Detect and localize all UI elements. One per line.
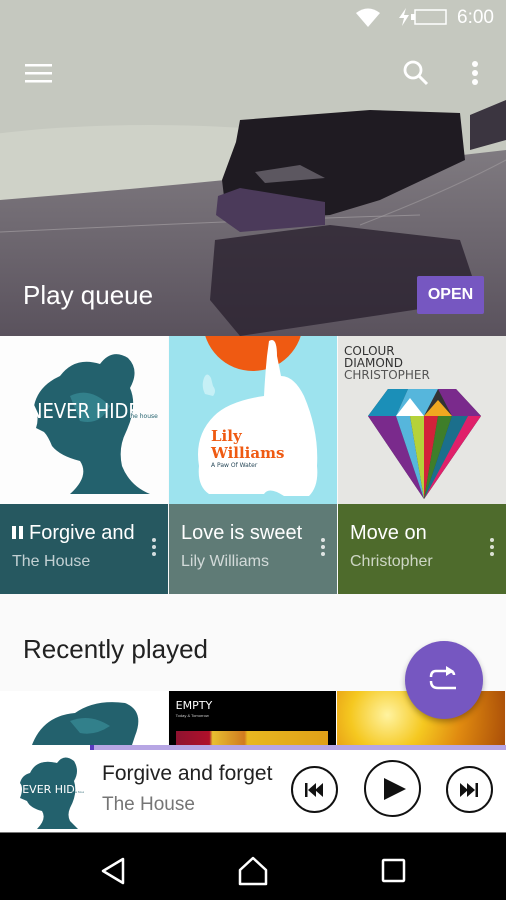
album-art-subtitle: A Paw Of Water [211,462,258,469]
back-button[interactable] [95,853,131,889]
next-button[interactable] [446,766,493,813]
previous-button[interactable] [291,766,338,813]
album-art-never-hide: NEVER HIDE the house [14,757,87,829]
track-title: Forgive and forget [12,522,140,545]
system-nav-bar [0,832,506,900]
track-more-button[interactable] [486,538,498,560]
album-art-title-2: Williams [210,444,284,462]
album-art-subtitle: Today & Tomorrow [175,713,209,718]
album-art-subtitle: the house [72,790,84,794]
track-title-text: Forgive and forget [29,522,140,544]
progress-bar[interactable] [90,745,506,750]
previous-icon [304,782,323,797]
album-art-image: COLOUR DIAMOND CHRISTOPHER [338,336,506,504]
album-art-colour-diamond: COLOUR DIAMOND CHRISTOPHER [338,336,506,504]
track-title: Love is sweet [181,522,303,544]
track-more-button[interactable] [317,538,329,560]
album-art-never-hide: NEVER HIDE the house [0,336,168,504]
play-button[interactable] [364,760,421,817]
album-art-title: NEVER HIDE [29,399,140,423]
queue-card[interactable]: COLOUR DIAMOND CHRISTOPHER Move on Chris… [338,336,506,594]
album-art-image: Lily Williams A Paw Of Water [169,336,337,504]
more-vertical-icon [472,61,478,85]
more-vertical-icon [486,538,498,556]
status-bar: 6:00 [0,0,506,35]
now-playing-artist: The House [102,794,195,815]
play-queue-title: Play queue [23,280,154,310]
track-artist: The House [12,553,91,570]
open-button[interactable]: OPEN [417,276,484,314]
more-vertical-icon [148,538,160,556]
back-icon [101,857,125,885]
track-title: Move on [350,522,427,544]
hamburger-menu-icon [25,64,52,83]
shuffle-fab[interactable] [405,641,483,719]
charging-icon [399,8,409,26]
queue-card[interactable]: Lily Williams A Paw Of Water Love is swe… [169,336,337,594]
play-queue-list: NEVER HIDE the house Forgive and forget … [0,336,506,594]
play-icon [383,777,406,800]
now-playing-album-art[interactable]: NEVER HIDE the house [12,753,87,829]
queue-card[interactable]: NEVER HIDE the house Forgive and forget … [0,336,168,594]
recent-item[interactable] [0,691,168,751]
recents-button[interactable] [376,853,412,889]
track-artist: Christopher [350,553,433,570]
progress-fill [90,745,95,750]
track-artist: Lily Williams [181,553,269,570]
shuffle-repeat-icon [429,666,456,690]
overflow-menu-button[interactable] [455,53,495,93]
search-button[interactable] [396,53,436,93]
recents-icon [381,858,406,883]
album-art-lily-williams: Lily Williams A Paw Of Water [169,336,337,504]
card-info: Love is sweet Lily Williams [169,504,337,594]
album-art-image: NEVER HIDE the house [0,336,168,504]
card-info: Forgive and forget The House [0,504,168,594]
album-art-title-1: Lily [211,427,243,445]
screen: 6:00 Play queue OPEN NEVER HIDE the hous… [0,0,506,900]
clock: 6:00 [457,7,494,28]
album-art-line-3: CHRISTOPHER [344,368,430,382]
track-more-button[interactable] [148,538,160,560]
more-vertical-icon [317,538,329,556]
menu-button[interactable] [19,53,59,93]
card-info: Move on Christopher [338,504,506,594]
now-playing-title: Forgive and forget [102,762,273,785]
home-button[interactable] [235,853,271,889]
wifi-icon [356,8,380,27]
next-icon [459,782,478,797]
recent-item[interactable]: EMPTY Today & Tomorrow [168,691,337,751]
album-art-subtitle: the house [128,413,158,420]
home-icon [238,856,268,886]
album-art-title: EMPTY [175,699,213,712]
recently-played-title: Recently played [23,634,208,664]
now-playing-bar[interactable]: NEVER HIDE the house Forgive and forget … [0,745,506,832]
album-art-never-hide [30,702,139,751]
pause-icon [12,526,23,539]
play-queue-header[interactable]: 6:00 Play queue OPEN [0,0,506,336]
battery-icon [411,9,447,25]
search-icon [403,60,429,86]
